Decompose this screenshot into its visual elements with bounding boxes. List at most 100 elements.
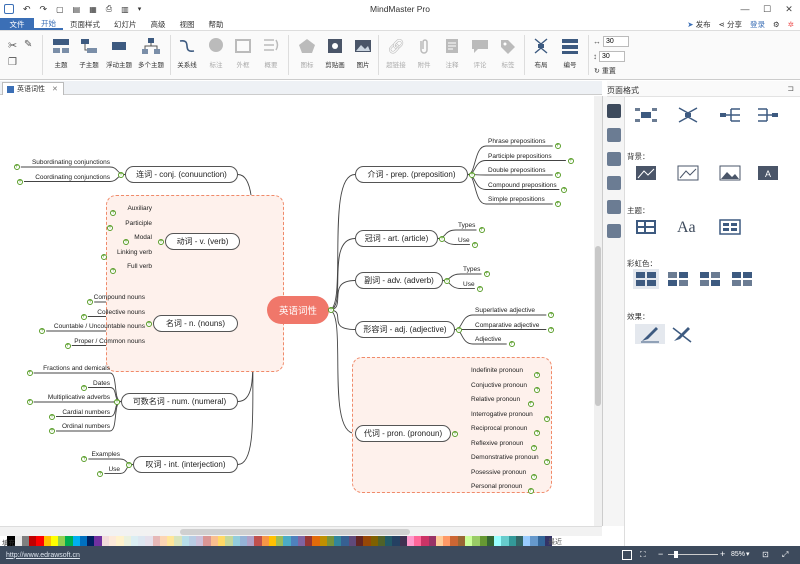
subtopic-leaf[interactable]: Multiplicative adverbs <box>48 393 110 402</box>
palette-swatch[interactable] <box>72 536 80 546</box>
palette-swatch[interactable] <box>283 536 291 546</box>
palette-swatch[interactable] <box>494 536 502 546</box>
effect-hand-drawn-tile[interactable] <box>635 324 665 344</box>
palette-swatch[interactable] <box>537 536 545 546</box>
expand-icon[interactable]: + <box>554 172 561 178</box>
close-button[interactable]: ✕ <box>778 0 800 18</box>
note-button[interactable]: 注释 <box>437 35 467 75</box>
palette-swatch[interactable] <box>152 536 160 546</box>
expand-icon[interactable]: + <box>456 326 462 333</box>
hyperlink-button[interactable]: 🔗︎ 超链接 <box>381 35 411 75</box>
minimize-button[interactable]: — <box>734 0 756 18</box>
main-topic[interactable]: 连词 - conj. (conuunction) <box>125 166 238 183</box>
layout-button[interactable]: 布局 <box>526 35 556 75</box>
layout-style-3[interactable] <box>717 105 743 125</box>
rainbow-tile-4[interactable] <box>729 269 755 289</box>
palette-swatch[interactable] <box>94 536 102 546</box>
palette-swatch[interactable] <box>377 536 386 546</box>
expand-icon[interactable]: + <box>439 235 445 242</box>
picture-button[interactable]: 图片 <box>348 35 378 75</box>
fit-width-icon[interactable]: ⊡ <box>762 550 769 559</box>
subtopic-leaf[interactable]: Personal pronoun <box>471 482 522 491</box>
tab-view[interactable]: 视图 <box>173 18 202 30</box>
subtopic-leaf[interactable]: Participle prepositions <box>488 152 552 161</box>
palette-swatch[interactable] <box>239 536 248 546</box>
new-icon[interactable]: ▢ <box>56 5 64 14</box>
clipart-button[interactable]: 剪贴画 <box>320 35 350 75</box>
vertical-scrollbar[interactable] <box>594 96 602 526</box>
palette-swatch[interactable] <box>181 536 189 546</box>
expand-icon[interactable]: + <box>17 178 23 185</box>
subtopic-leaf[interactable]: Relative pronoun <box>471 395 520 404</box>
palette-swatch[interactable] <box>326 536 335 546</box>
palette-swatch[interactable] <box>479 536 487 546</box>
palette-swatch[interactable] <box>159 536 168 546</box>
subtopic-leaf[interactable]: Dates <box>93 379 110 388</box>
icon-button[interactable]: 图标 <box>292 35 322 75</box>
tab-page-style[interactable]: 页面样式 <box>63 18 107 30</box>
expand-icon[interactable]: + <box>114 398 120 405</box>
palette-swatch[interactable] <box>319 536 327 546</box>
palette-swatch[interactable] <box>334 536 342 546</box>
palette-swatch[interactable] <box>138 536 146 546</box>
palette-swatch[interactable] <box>406 536 415 546</box>
customize-icon[interactable]: ▾ <box>138 5 142 13</box>
zoom-slider-thumb[interactable] <box>674 551 678 558</box>
palette-swatch[interactable] <box>261 536 269 546</box>
palette-swatch[interactable] <box>508 536 516 546</box>
main-topic[interactable]: 代词 - pron. (pronoun) <box>355 425 451 442</box>
tasks-panel-icon[interactable] <box>607 200 621 214</box>
subtopic-leaf[interactable]: Conjuctive pronoun <box>471 381 527 390</box>
h-spacing-control[interactable]: ↔ <box>593 36 629 47</box>
format-painter-icon[interactable]: ✎ <box>24 39 32 50</box>
expand-icon[interactable]: + <box>554 143 561 149</box>
palette-swatch[interactable] <box>217 536 226 546</box>
zoom-dropdown-icon[interactable]: ▾ <box>746 550 750 558</box>
subtopic-leaf[interactable]: Reciprocal pronoun <box>471 424 527 433</box>
palette-swatch[interactable] <box>116 536 124 546</box>
subtopic-leaf[interactable]: Countable / Uncountable nouns <box>54 322 145 331</box>
expand-icon[interactable]: + <box>64 342 71 349</box>
palette-swatch[interactable] <box>14 536 22 546</box>
bg-texture-tile[interactable] <box>675 163 701 183</box>
main-topic[interactable]: 冠词 - art. (article) <box>355 230 438 247</box>
palette-swatch[interactable] <box>174 536 182 546</box>
expand-icon[interactable]: + <box>80 313 87 320</box>
outline-icon[interactable] <box>607 128 621 142</box>
subtopic-leaf[interactable]: Reflexive pronoun <box>471 439 523 448</box>
expand-icon[interactable]: + <box>452 430 458 437</box>
rainbow-tile-2[interactable] <box>665 269 691 289</box>
expand-icon[interactable]: + <box>49 428 55 434</box>
palette-swatch[interactable] <box>108 536 117 546</box>
subtopic-leaf[interactable]: Compound nouns <box>94 293 145 302</box>
website-link[interactable]: http://www.edrawsoft.cn <box>6 552 80 559</box>
pin-icon[interactable]: ⊐ <box>787 84 794 93</box>
subtopic-leaf[interactable]: Simple prepositions <box>488 195 545 204</box>
expand-icon[interactable]: + <box>469 171 475 178</box>
subtopic-leaf[interactable]: Auxiliary <box>127 204 152 213</box>
export-icon[interactable]: ▥ <box>121 5 129 14</box>
main-topic[interactable]: 可数名词 - num. (numeral) <box>121 393 238 410</box>
subtopic-leaf[interactable]: Examples <box>91 450 120 459</box>
palette-swatch[interactable] <box>465 536 473 546</box>
tag-button[interactable]: 标签 <box>493 35 523 75</box>
main-topic[interactable]: 名词 - n. (nouns) <box>153 315 238 332</box>
maximize-button[interactable]: ☐ <box>756 0 778 18</box>
palette-swatch[interactable] <box>130 536 139 546</box>
tab-slides[interactable]: 幻灯片 <box>107 18 144 30</box>
fullscreen-icon[interactable]: ⛶ <box>640 550 646 560</box>
subtopic-leaf[interactable]: Indefinite pronoun <box>471 366 523 375</box>
theme-tile-1[interactable] <box>633 217 659 237</box>
palette-swatch[interactable] <box>43 536 51 546</box>
main-topic[interactable]: 叹词 - int. (interjection) <box>133 456 238 473</box>
subtopic-leaf[interactable]: Collective nouns <box>97 308 145 317</box>
effect-off-tile[interactable] <box>669 324 695 344</box>
expand-icon[interactable]: + <box>13 164 20 170</box>
history-panel-icon[interactable] <box>607 224 621 238</box>
open-icon[interactable]: ▤ <box>73 5 81 14</box>
multi-topic-button[interactable]: 多个主题 <box>136 35 166 75</box>
central-topic[interactable]: 英语词性 <box>267 296 329 324</box>
palette-swatch[interactable] <box>58 536 66 546</box>
palette-swatch[interactable] <box>268 536 277 546</box>
expand-icon[interactable]: + <box>567 157 574 164</box>
